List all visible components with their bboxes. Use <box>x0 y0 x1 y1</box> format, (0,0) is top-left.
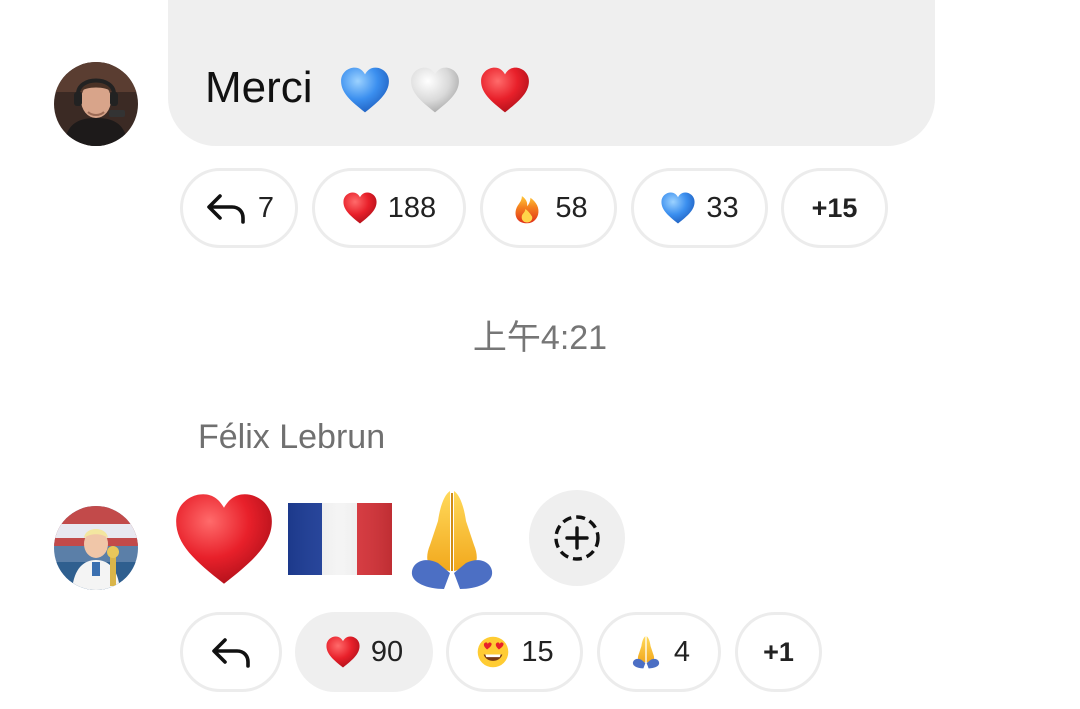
fire-icon <box>515 196 539 224</box>
reaction-count: 90 <box>370 635 404 668</box>
reaction-blue-heart[interactable]: 33 <box>631 168 768 248</box>
more-reactions-count: +15 <box>811 192 858 223</box>
avatar[interactable] <box>54 62 138 146</box>
reply-count: 7 <box>257 191 275 224</box>
reaction-count: 15 <box>521 635 554 668</box>
reply-arrow-icon <box>212 638 250 668</box>
reaction-heart-eyes[interactable]: 15 <box>446 612 583 692</box>
more-reactions-button[interactable]: +1 <box>735 612 822 692</box>
reaction-red-heart[interactable]: 188 <box>312 168 466 248</box>
red-heart-icon <box>343 192 377 224</box>
more-reactions-count: +1 <box>763 636 794 667</box>
heart-eyes-face-icon <box>478 636 509 668</box>
add-reaction-button[interactable] <box>529 490 625 586</box>
white-heart-icon <box>411 68 459 113</box>
reply-arrow-icon <box>207 194 245 224</box>
reply-button[interactable] <box>180 612 282 692</box>
more-reactions-button[interactable]: +15 <box>781 168 888 248</box>
reaction-count: 4 <box>673 635 691 668</box>
reaction-count: 33 <box>706 191 739 224</box>
blue-heart-icon <box>340 68 389 113</box>
reply-button[interactable]: 7 <box>180 168 298 248</box>
red-heart-icon <box>481 68 530 113</box>
sender-name: Félix Lebrun <box>198 418 386 456</box>
emoji-message[interactable] <box>172 484 500 594</box>
reaction-folded-hands[interactable]: 4 <box>597 612 721 692</box>
timestamp: 上午4:21 <box>472 319 608 357</box>
blue-heart-icon <box>661 192 695 224</box>
avatar[interactable] <box>54 506 138 590</box>
add-reaction-icon <box>554 515 600 561</box>
red-heart-icon <box>326 636 360 668</box>
message-text: Merci <box>205 58 537 118</box>
folded-hands-icon <box>632 636 660 669</box>
message-text-content: Merci <box>205 63 313 112</box>
reaction-count: 58 <box>555 191 588 224</box>
france-flag-icon <box>288 503 392 575</box>
reaction-count: 188 <box>387 191 437 224</box>
reaction-fire[interactable]: 58 <box>480 168 617 248</box>
folded-hands-icon <box>411 491 493 589</box>
reaction-red-heart[interactable]: 90 <box>295 612 433 692</box>
red-heart-icon <box>176 494 272 584</box>
